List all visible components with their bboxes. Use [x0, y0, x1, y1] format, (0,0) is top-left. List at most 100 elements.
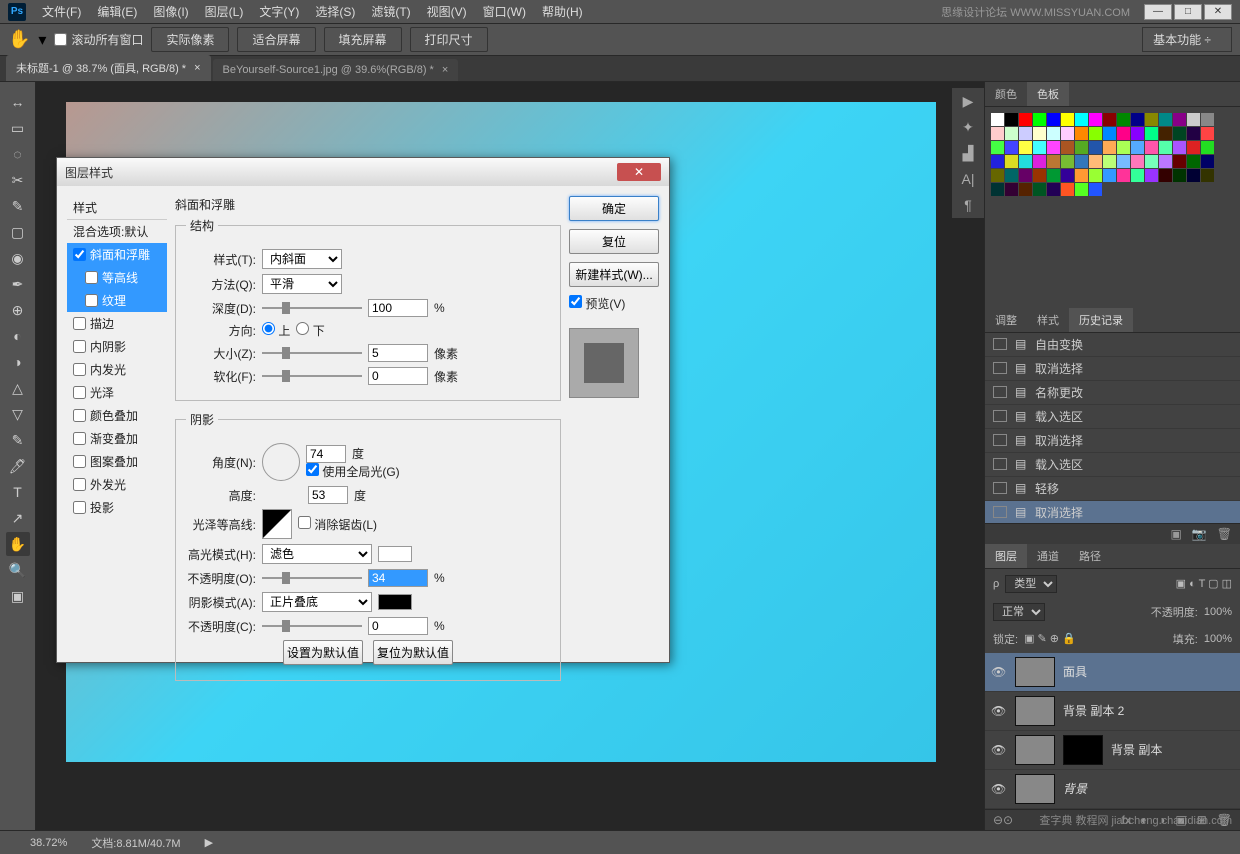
fill-value[interactable]: 100% [1204, 633, 1232, 645]
menu-滤镜(T)[interactable]: 滤镜(T) [363, 5, 418, 19]
shadow-opacity-slider[interactable] [262, 625, 362, 627]
layer-thumbnail[interactable] [1015, 657, 1055, 687]
menu-帮助(H)[interactable]: 帮助(H) [534, 5, 591, 19]
mask-thumbnail[interactable] [1063, 735, 1103, 765]
soften-slider[interactable] [262, 375, 362, 377]
swatch[interactable] [1019, 141, 1032, 154]
layer-thumbnail[interactable] [1015, 774, 1055, 804]
blend-options-item[interactable]: 混合选项:默认 [67, 220, 167, 243]
swatch[interactable] [1103, 169, 1116, 182]
satin-item[interactable]: 光泽 [67, 381, 167, 404]
swatch[interactable] [1019, 183, 1032, 196]
workspace-selector[interactable]: 基本功能 ÷ [1142, 27, 1232, 52]
swatch[interactable] [1019, 113, 1032, 126]
swatch[interactable] [1187, 155, 1200, 168]
camera-icon[interactable]: 📷 [1192, 527, 1207, 541]
swatch[interactable] [1061, 183, 1074, 196]
altitude-input[interactable] [308, 486, 348, 504]
swatch[interactable] [1047, 141, 1060, 154]
pattern-overlay-item[interactable]: 图案叠加 [67, 450, 167, 473]
swatch[interactable] [1159, 113, 1172, 126]
fill-screen-button[interactable]: 填充屏幕 [324, 27, 402, 52]
styles-tab[interactable]: 样式 [1027, 308, 1069, 332]
dialog-titlebar[interactable]: 图层样式 ✕ [57, 158, 669, 186]
tool-17[interactable]: ✋ [6, 532, 30, 556]
swatch[interactable] [1201, 127, 1214, 140]
swatch[interactable] [1033, 169, 1046, 182]
tool-16[interactable]: ↗ [6, 506, 30, 530]
swatch[interactable] [1131, 113, 1144, 126]
document-tab[interactable]: BeYourself-Source1.jpg @ 39.6%(RGB/8) *× [213, 59, 459, 81]
swatch[interactable] [991, 183, 1004, 196]
swatch[interactable] [1061, 155, 1074, 168]
swatch[interactable] [1075, 113, 1088, 126]
history-tab[interactable]: 历史记录 [1069, 308, 1133, 332]
menu-视图(V)[interactable]: 视图(V) [419, 5, 475, 19]
highlight-opacity-slider[interactable] [262, 577, 362, 579]
style-select[interactable]: 内斜面 [262, 249, 342, 269]
swatch[interactable] [1047, 183, 1060, 196]
history-item[interactable]: ▤取消选择 [985, 357, 1240, 381]
maximize-button[interactable]: □ [1174, 4, 1202, 20]
swatch[interactable] [1047, 127, 1060, 140]
swatch[interactable] [1173, 127, 1186, 140]
visibility-icon[interactable]: 👁 [991, 743, 1007, 757]
swatch[interactable] [1033, 155, 1046, 168]
gloss-contour[interactable] [262, 509, 292, 539]
tool-12[interactable]: ▽ [6, 402, 30, 426]
size-input[interactable] [368, 344, 428, 362]
color-overlay-item[interactable]: 颜色叠加 [67, 404, 167, 427]
channels-tab[interactable]: 通道 [1027, 544, 1069, 568]
tool-8[interactable]: ⊕ [6, 298, 30, 322]
swatch[interactable] [1103, 113, 1116, 126]
swatch[interactable] [1089, 127, 1102, 140]
tool-11[interactable]: △ [6, 376, 30, 400]
tool-0[interactable]: ↔ [6, 90, 30, 114]
angle-control[interactable] [262, 443, 300, 481]
new-style-button[interactable]: 新建样式(W)... [569, 262, 659, 287]
bevel-item[interactable]: 斜面和浮雕 [67, 243, 167, 266]
trash-icon[interactable]: 🗑 [1217, 527, 1232, 541]
swatch[interactable] [1187, 141, 1200, 154]
shadow-color[interactable] [378, 594, 412, 610]
swatch[interactable] [1117, 127, 1130, 140]
swatch[interactable] [1033, 141, 1046, 154]
swatch[interactable] [1061, 141, 1074, 154]
swatch[interactable] [1033, 183, 1046, 196]
swatch[interactable] [1089, 169, 1102, 182]
layer-thumbnail[interactable] [1015, 696, 1055, 726]
character-icon[interactable]: A| [952, 166, 984, 192]
swatch[interactable] [1089, 113, 1102, 126]
close-button[interactable]: ✕ [1204, 4, 1232, 20]
print-size-button[interactable]: 打印尺寸 [410, 27, 488, 52]
tool-15[interactable]: T [6, 480, 30, 504]
ok-button[interactable]: 确定 [569, 196, 659, 221]
texture-item[interactable]: 纹理 [67, 289, 167, 312]
new-snapshot-icon[interactable]: ▣ [1170, 527, 1181, 541]
menu-图像(I)[interactable]: 图像(I) [145, 5, 196, 19]
swatch[interactable] [1075, 183, 1088, 196]
swatch[interactable] [1145, 169, 1158, 182]
swatch[interactable] [1131, 155, 1144, 168]
history-item[interactable]: ▤取消选择 [985, 501, 1240, 523]
swatch[interactable] [1019, 169, 1032, 182]
swatch[interactable] [1089, 183, 1102, 196]
global-light-checkbox[interactable]: 使用全局光(G) [306, 465, 400, 479]
swatch[interactable] [1103, 155, 1116, 168]
tool-1[interactable]: ▭ [6, 116, 30, 140]
tool-7[interactable]: ✒ [6, 272, 30, 296]
make-default-button[interactable]: 设置为默认值 [283, 640, 363, 665]
tool-18[interactable]: 🔍 [6, 558, 30, 582]
gradient-overlay-item[interactable]: 渐变叠加 [67, 427, 167, 450]
swatch[interactable] [1173, 155, 1186, 168]
swatch[interactable] [1075, 169, 1088, 182]
history-item[interactable]: ▤名称更改 [985, 381, 1240, 405]
shadow-mode-select[interactable]: 正片叠底 [262, 592, 372, 612]
paths-tab[interactable]: 路径 [1069, 544, 1111, 568]
swatch[interactable] [991, 155, 1004, 168]
history-item[interactable]: ▤载入选区 [985, 453, 1240, 477]
visibility-icon[interactable]: 👁 [991, 782, 1007, 796]
layer-item[interactable]: 👁背景 副本 [985, 731, 1240, 770]
swatch[interactable] [991, 113, 1004, 126]
swatch[interactable] [1061, 113, 1074, 126]
